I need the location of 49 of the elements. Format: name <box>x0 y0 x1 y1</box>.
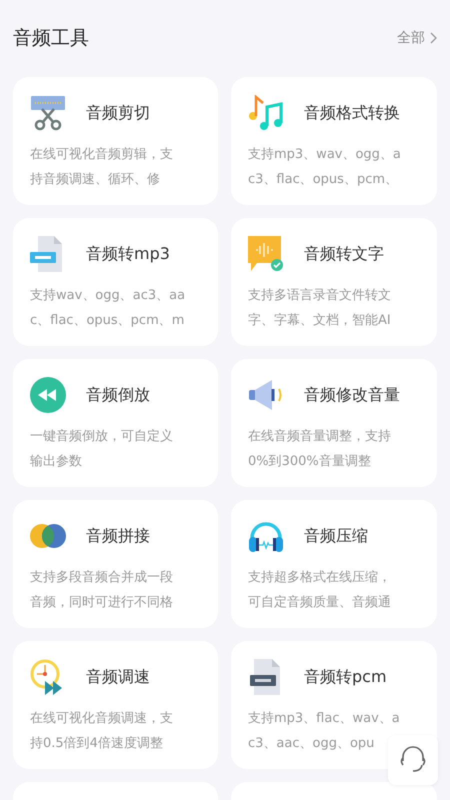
tool-description: 输出参数 <box>30 453 83 471</box>
tool-description: 在线可视化音频剪辑，支 <box>30 146 174 164</box>
tool-card[interactable]: 音频调速 在线可视化音频调速，支 持0.5倍到4倍速度调整 <box>13 641 218 769</box>
chevron-right-icon <box>429 32 437 44</box>
music-notes-icon <box>248 95 284 131</box>
support-button[interactable] <box>388 735 438 785</box>
tool-description: 支持多段音频合并成一段 <box>30 569 174 587</box>
tool-title: 音频转mp3 <box>86 244 170 264</box>
tool-title: 音频倒放 <box>86 384 150 406</box>
tool-title: 音频压缩 <box>304 526 368 546</box>
tool-description: 支持多语言录音文件转文 <box>248 287 392 305</box>
tool-card[interactable]: 音频压缩 支持超多格式在线压缩， 可自定音频质量、音频通 <box>231 500 437 628</box>
tool-title: 音频剪切 <box>86 102 150 124</box>
tool-description: 音频，同时可进行不同格 <box>30 594 174 612</box>
tool-card[interactable]: 音频格式转换 支持mp3、wav、ogg、a c3、flac、opus、pcm、 <box>231 77 437 205</box>
tool-card[interactable]: 音频转文字 支持多语言录音文件转文 字、字幕、文档，智能AI <box>231 218 437 346</box>
tool-card[interactable]: 音频修改音量 在线音频音量调整，支持 0%到300%音量调整 <box>231 359 437 487</box>
speech-bubble-icon <box>248 236 284 272</box>
tool-title: 音频调速 <box>86 666 150 688</box>
section-title: 音频工具 <box>13 26 89 51</box>
tool-description: 支持wav、ogg、ac3、aa <box>30 287 186 305</box>
tool-description: 持0.5倍到4倍速度调整 <box>30 735 164 753</box>
tool-title: 音频转文字 <box>304 244 384 264</box>
tool-description: 持音频调速、循环、修 <box>30 171 161 189</box>
tool-description: 支持超多格式在线压缩， <box>248 569 392 587</box>
tool-description: 0%到300%音量调整 <box>248 453 372 471</box>
tool-card[interactable]: 音频转pcm 支持mp3、flac、wav、a c3、aac、ogg、opu <box>231 641 437 769</box>
tool-description: c3、flac、opus、pcm、 <box>248 171 400 189</box>
tool-title: 音频修改音量 <box>304 384 400 406</box>
tool-card[interactable]: 音频倒放 一键音频倒放，可自定义 输出参数 <box>13 359 218 487</box>
tool-description: 在线音频音量调整，支持 <box>248 428 392 446</box>
tool-description: 支持mp3、wav、ogg、a <box>248 146 402 164</box>
tool-card[interactable]: 音频拼接 支持多段音频合并成一段 音频，同时可进行不同格 <box>13 500 218 628</box>
speaker-icon <box>248 377 284 413</box>
tool-card[interactable]: 音频转mp3 支持wav、ogg、ac3、aa c、flac、opus、pcm、m <box>13 218 218 346</box>
tool-title: 音频转pcm <box>304 666 387 688</box>
tool-description: c3、aac、ogg、opu <box>248 735 376 753</box>
tool-description: 可自定音频质量、音频通 <box>248 594 392 612</box>
tool-title: 音频拼接 <box>86 526 150 546</box>
rewind-icon <box>30 377 66 413</box>
headset-icon <box>399 745 427 775</box>
tool-title: 音频格式转换 <box>304 102 400 124</box>
tool-description: 在线可视化音频调速，支 <box>30 710 174 728</box>
tool-description: 字、字幕、文档，智能AI <box>248 312 392 330</box>
tool-description: 一键音频倒放，可自定义 <box>30 428 174 446</box>
tool-card[interactable]: 音频剪切 在线可视化音频剪辑，支 持音频调速、循环、修 <box>13 77 218 205</box>
tool-description: 支持mp3、flac、wav、a <box>248 710 401 728</box>
scissors-icon <box>30 95 66 131</box>
tool-description: c、flac、opus、pcm、m <box>30 312 186 330</box>
